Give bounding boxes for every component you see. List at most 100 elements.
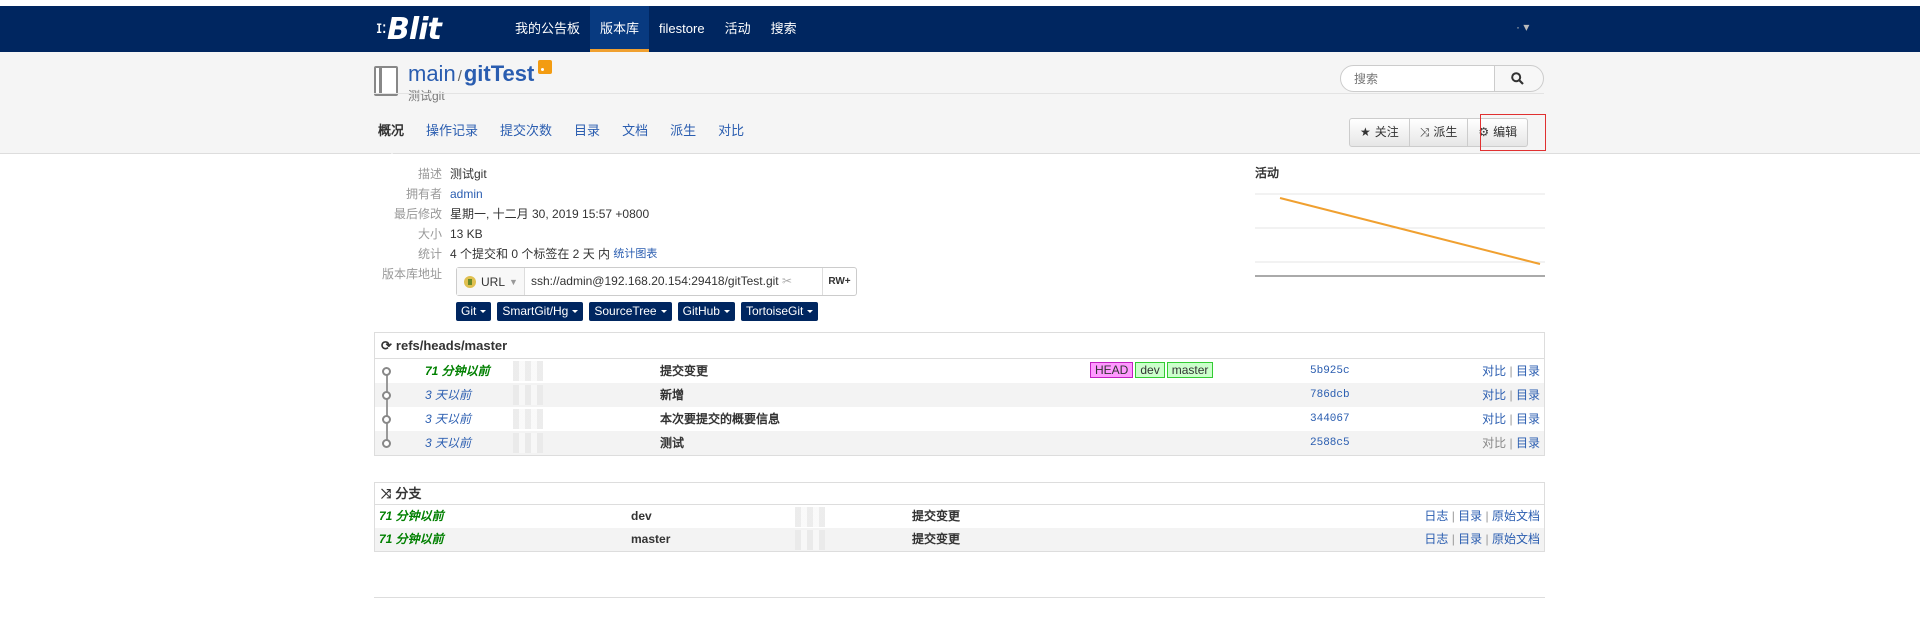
commit-message[interactable]: 测试 [660,431,684,455]
clone-url-box: URL ▼ ssh://admin@192.168.20.154:29418/g… [456,267,857,296]
commit-hash[interactable]: 5b925c [1310,359,1350,383]
ref-badge[interactable]: master [1166,362,1214,378]
search-button[interactable] [1494,65,1544,92]
branch-name[interactable]: master [631,528,670,551]
tab-item[interactable]: 目录 [574,121,600,141]
tree-link[interactable]: 目录 [1516,412,1540,426]
fork-icon: ⤨ [1419,125,1430,139]
tree-link[interactable]: 目录 [1516,364,1540,378]
commit-age[interactable]: 3 天以前 [425,431,471,455]
branches-header: ⤨ 分支 [375,483,1544,505]
protocol-select[interactable]: URL ▼ [457,268,525,295]
watch-button[interactable]: ★ 关注 [1349,118,1410,147]
author-avatar [513,433,543,453]
chevron-down-icon: ▼ [509,276,518,287]
meta-owner-row: 拥有者 admin [378,184,657,204]
meta-description-row: 描述 测试git [417,167,487,181]
tab-item[interactable]: 概况 [378,121,404,159]
client-dropdown-button[interactable]: Git [456,302,492,321]
tab-item[interactable]: 提交次数 [500,121,552,141]
commit-row[interactable]: 3 天以前 本次要提交的概要信息 344067 对比 | 目录 [375,407,1544,431]
access-permission-badge: RW+ [822,268,856,295]
lock-key-icon [464,275,476,288]
log-link[interactable]: 日志 [1424,532,1448,546]
nav-item[interactable]: filestore [649,6,715,52]
fork-button[interactable]: ⤨ 派生 [1409,118,1469,147]
activity-plot [1255,193,1545,277]
commit-links: 对比 | 目录 [1482,388,1540,402]
commit-hash[interactable]: 2588c5 [1310,431,1350,455]
brand-logo[interactable]: ɪ:Blit [376,12,442,47]
meta-size-row: 大小 13 KB [417,227,483,241]
copy-icon[interactable]: ✂ [782,274,792,288]
commit-message[interactable]: 提交变更 [660,359,708,383]
raw-link[interactable]: 原始文档 [1492,509,1540,523]
owner-link[interactable]: admin [450,184,483,204]
client-dropdown-button[interactable]: SmartGit/Hg [497,302,584,321]
branch-row[interactable]: 71 分钟以前 dev 提交变更 日志 | 目录 | 原始文档 [375,505,1544,528]
commit-message[interactable]: 本次要提交的概要信息 [660,407,780,431]
client-dropdown-button[interactable]: SourceTree [589,302,672,321]
commit-links: 对比 | 目录 [1482,436,1540,450]
raw-link[interactable]: 原始文档 [1492,532,1540,546]
commit-age[interactable]: 3 天以前 [425,407,471,431]
commit-age[interactable]: 3 天以前 [425,383,471,407]
rss-icon[interactable] [538,60,553,74]
branch-name[interactable]: dev [631,505,652,528]
clone-url-field[interactable]: ssh://admin@192.168.20.154:29418/gitTest… [525,268,822,295]
activity-chart: 活动 [1255,164,1545,284]
branch-age[interactable]: 71 分钟以前 [379,505,444,528]
commit-row[interactable]: 3 天以前 新增 786dcb 对比 | 目录 [375,383,1544,407]
log-link[interactable]: 日志 [1424,509,1448,523]
search-input[interactable] [1340,65,1495,92]
branch-row[interactable]: 71 分钟以前 master 提交变更 日志 | 目录 | 原始文档 [375,528,1544,551]
compare-link[interactable]: 对比 [1482,412,1506,426]
commit-hash[interactable]: 344067 [1310,407,1350,431]
tab-item[interactable]: 对比 [718,121,744,141]
divider [374,93,1544,94]
tree-link[interactable]: 目录 [1516,388,1540,402]
repo-title: main/gitTest [408,60,553,87]
author-avatar [513,361,543,381]
refresh-icon: ⟳ [381,337,392,353]
commit-node-icon [382,391,391,400]
tab-item[interactable]: 派生 [670,121,696,141]
branch-commit-message[interactable]: 提交变更 [912,505,960,528]
compare-link[interactable]: 对比 [1482,364,1506,378]
nav-item[interactable]: 我的公告板 [505,6,590,52]
nav-item[interactable]: 活动 [715,6,761,52]
commit-log-panel: ⟳ refs/heads/master 71 分钟以前 提交变更 HEAD dev m… [374,332,1545,456]
commit-row[interactable]: 3 天以前 测试 2588c5 对比 | 目录 [375,431,1544,455]
tab-item[interactable]: 操作记录 [426,121,478,141]
activity-title: 活动 [1255,166,1280,180]
project-link[interactable]: main [408,61,456,86]
tree-link[interactable]: 目录 [1458,509,1482,523]
tab-item[interactable]: 文档 [622,121,648,141]
compare-link[interactable]: 对比 [1482,388,1506,402]
ref-badge[interactable]: dev [1135,362,1165,378]
ref-badge[interactable]: HEAD [1090,362,1134,378]
tree-link[interactable]: 目录 [1458,532,1482,546]
search-icon [1511,72,1524,85]
stats-chart-link[interactable]: 统计图表 [613,244,657,264]
user-menu[interactable]: · ▾ [1516,20,1529,34]
client-dropdown-button[interactable]: TortoiseGit [740,302,819,321]
branch-links: 日志 | 目录 | 原始文档 [1424,532,1540,546]
commit-row[interactable]: 71 分钟以前 提交变更 HEAD dev master 5b925c 对比 | 目… [375,359,1544,383]
branch-age[interactable]: 71 分钟以前 [379,528,444,551]
client-dropdown-button[interactable]: GitHub [677,302,735,321]
commit-log-header: ⟳ refs/heads/master [375,333,1544,359]
nav-item[interactable]: 版本库 [590,6,650,52]
tree-link[interactable]: 目录 [1516,436,1540,450]
branch-list: 71 分钟以前 dev 提交变更 日志 | 目录 | 原始文档 71 分钟以前 … [375,505,1544,551]
repo-metadata: 描述 测试git 拥有者 admin 最后修改 星期一, 十二月 30, 2019 1… [378,164,657,284]
commit-message[interactable]: 新增 [660,383,684,407]
commit-list: 71 分钟以前 提交变更 HEAD dev master 5b925c 对比 | 目… [375,359,1544,455]
compare-link[interactable]: 对比 [1482,436,1506,450]
commit-age[interactable]: 71 分钟以前 [425,359,490,383]
branch-commit-message[interactable]: 提交变更 [912,528,960,551]
repo-name-link[interactable]: gitTest [464,61,534,86]
nav-item[interactable]: 搜索 [761,6,807,52]
commit-hash[interactable]: 786dcb [1310,383,1350,407]
top-navbar: ɪ:Blit 我的公告板 版本库 filestore 活动 搜索 · ▾ [0,6,1920,52]
